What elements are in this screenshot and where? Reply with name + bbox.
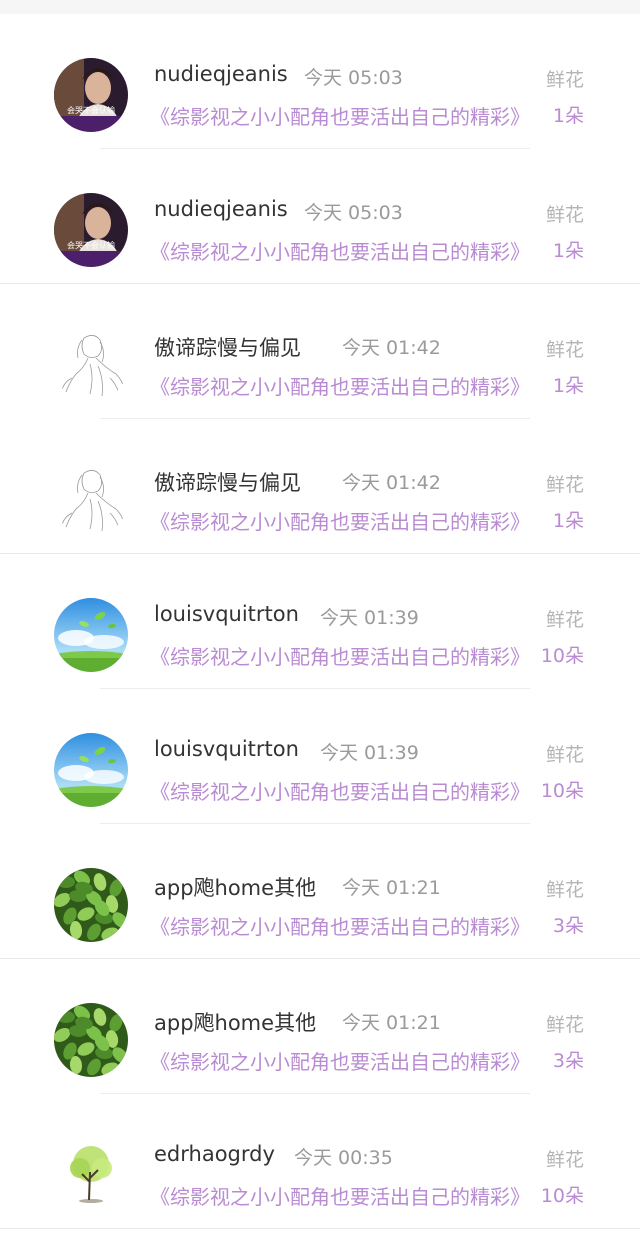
top-bar (0, 0, 640, 14)
avatar[interactable] (54, 868, 128, 942)
avatar[interactable] (54, 1138, 128, 1212)
book-title-link[interactable]: 《综影视之小小配角也要活出自己的精彩》 (150, 101, 534, 130)
gift-type-label: 鲜花 (545, 609, 584, 631)
gift-count: 1朵 (552, 105, 584, 127)
gift-type-label: 鲜花 (545, 1149, 584, 1171)
book-title-link[interactable]: 《综影视之小小配角也要活出自己的精彩》 (150, 1046, 534, 1075)
list-item[interactable]: app飑home其他 今天 01:21 鲜花 《综影视之小小配角也要活出自己的精彩》 3… (0, 824, 640, 959)
book-title-link[interactable]: 《综影视之小小配角也要活出自己的精彩》 (150, 1181, 534, 1210)
avatar[interactable]: 会哭不会认输 (54, 193, 128, 267)
timestamp: 今天 05:03 (304, 67, 403, 89)
avatar[interactable] (54, 733, 128, 807)
timestamp: 今天 00:35 (294, 1147, 393, 1169)
gift-type-label: 鲜花 (545, 744, 584, 766)
user-name[interactable]: nudieqjeanis (154, 197, 288, 221)
avatar[interactable]: 会哭不会认输 (54, 58, 128, 132)
row-divider (0, 1228, 640, 1229)
list-item[interactable]: 会哭不会认输 nudieqjeanis 今天 05:03 鲜花 《综影视之小小配角也要活… (0, 149, 640, 284)
gift-count: 10朵 (540, 780, 584, 802)
book-title-link[interactable]: 《综影视之小小配角也要活出自己的精彩》 (150, 776, 534, 805)
avatar[interactable] (54, 328, 128, 402)
avatar[interactable] (54, 1003, 128, 1077)
avatar[interactable] (54, 598, 128, 672)
gift-type-label: 鲜花 (545, 879, 584, 901)
gift-count: 1朵 (552, 510, 584, 532)
list-item[interactable]: 会哭不会认输 nudieqjeanis 今天 05:03 鲜花 《综影视之小小配角也要活… (0, 14, 640, 149)
book-title-link[interactable]: 《综影视之小小配角也要活出自己的精彩》 (150, 506, 534, 535)
list-item[interactable]: edrhaogrdy 今天 00:35 鲜花 《综影视之小小配角也要活出自己的精彩》 1… (0, 1094, 640, 1229)
gift-count: 3朵 (552, 915, 584, 937)
timestamp: 今天 01:21 (342, 1012, 441, 1034)
gift-count: 10朵 (540, 645, 584, 667)
book-title-link[interactable]: 《综影视之小小配角也要活出自己的精彩》 (150, 911, 534, 940)
list-item[interactable]: app飑home其他 今天 01:21 鲜花 《综影视之小小配角也要活出自己的精彩》 3… (0, 959, 640, 1094)
user-name[interactable]: app飑home其他 (154, 1007, 324, 1037)
timestamp: 今天 01:42 (342, 472, 441, 494)
user-name[interactable]: louisvquitrton (154, 602, 299, 626)
gift-count: 10朵 (540, 1185, 584, 1207)
timestamp: 今天 01:42 (342, 337, 441, 359)
gift-type-label: 鲜花 (545, 474, 584, 496)
user-name[interactable]: louisvquitrton (154, 737, 299, 761)
timestamp: 今天 01:21 (342, 877, 441, 899)
timestamp: 今天 05:03 (304, 202, 403, 224)
user-name[interactable]: 傲谛踪慢与偏见 (154, 467, 324, 497)
timestamp: 今天 01:39 (320, 742, 419, 764)
list-item[interactable]: louisvquitrton 今天 01:39 鲜花 《综影视之小小配角也要活出自己的… (0, 554, 640, 689)
gift-type-label: 鲜花 (545, 69, 584, 91)
gift-type-label: 鲜花 (545, 204, 584, 226)
gift-type-label: 鲜花 (545, 339, 584, 361)
gift-record-list: 会哭不会认输 nudieqjeanis 今天 05:03 鲜花 《综影视之小小配角也要活… (0, 14, 640, 1229)
user-name[interactable]: 傲谛踪慢与偏见 (154, 332, 324, 362)
list-item[interactable]: 傲谛踪慢与偏见 今天 01:42 鲜花 《综影视之小小配角也要活出自己的精彩》 1朵 (0, 419, 640, 554)
avatar-caption: 会哭不会认输 (67, 240, 115, 250)
user-name[interactable]: nudieqjeanis (154, 62, 288, 86)
book-title-link[interactable]: 《综影视之小小配角也要活出自己的精彩》 (150, 236, 534, 265)
book-title-link[interactable]: 《综影视之小小配角也要活出自己的精彩》 (150, 371, 534, 400)
gift-count: 3朵 (552, 1050, 584, 1072)
gift-count: 1朵 (552, 375, 584, 397)
timestamp: 今天 01:39 (320, 607, 419, 629)
book-title-link[interactable]: 《综影视之小小配角也要活出自己的精彩》 (150, 641, 534, 670)
avatar[interactable] (54, 463, 128, 537)
user-name[interactable]: edrhaogrdy (154, 1142, 275, 1166)
list-item[interactable]: louisvquitrton 今天 01:39 鲜花 《综影视之小小配角也要活出自己的… (0, 689, 640, 824)
gift-type-label: 鲜花 (545, 1014, 584, 1036)
user-name[interactable]: app飑home其他 (154, 872, 324, 902)
avatar-caption: 会哭不会认输 (67, 105, 115, 115)
list-item[interactable]: 傲谛踪慢与偏见 今天 01:42 鲜花 《综影视之小小配角也要活出自己的精彩》 1朵 (0, 284, 640, 419)
gift-count: 1朵 (552, 240, 584, 262)
